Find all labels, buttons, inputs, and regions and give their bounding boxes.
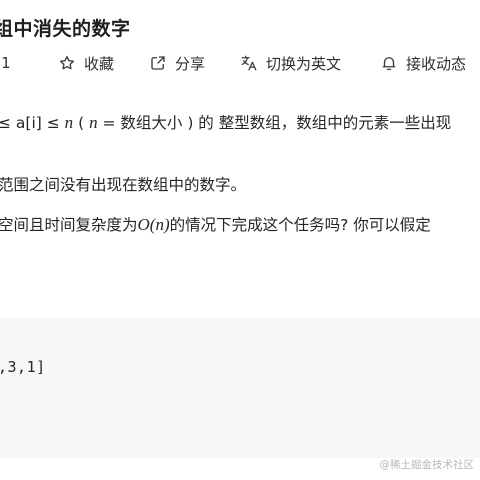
page: 组中消失的数字 661 收藏 分享: [0, 0, 480, 480]
watermark: @稀土掘金技术社区: [379, 459, 475, 471]
share-button[interactable]: 分享: [149, 51, 205, 75]
bell-icon: [380, 54, 398, 72]
action-bar: 661 收藏 分享: [0, 51, 480, 75]
description-line-1: ≤ a[i] ≤ n ( n = 数组大小 ) 的 整型数组，数组中的元素一些出…: [0, 113, 452, 132]
translate-button[interactable]: 切换为英文: [240, 51, 341, 75]
problem-title: 组中消失的数字: [0, 18, 131, 40]
description-line-2: 范围之间没有出现在数组中的数字。: [0, 176, 247, 194]
favorite-label: 收藏: [84, 54, 115, 73]
example-code: ,3,1]: [0, 358, 46, 376]
translate-icon: [240, 54, 258, 72]
share-label: 分享: [175, 54, 206, 73]
notify-label: 接收动态: [406, 54, 467, 73]
example-block: [0, 318, 480, 458]
translate-label: 切换为英文: [266, 54, 342, 73]
share-icon: [149, 54, 167, 72]
count-value: 661: [0, 54, 11, 72]
count-display: 661: [0, 51, 11, 75]
notify-button[interactable]: 接收动态: [380, 51, 466, 75]
description-line-3: 空间且时间复杂度为O(n)的情况下完成这个任务吗? 你可以假定: [0, 215, 431, 234]
favorite-button[interactable]: 收藏: [58, 51, 114, 75]
star-icon: [58, 54, 76, 72]
